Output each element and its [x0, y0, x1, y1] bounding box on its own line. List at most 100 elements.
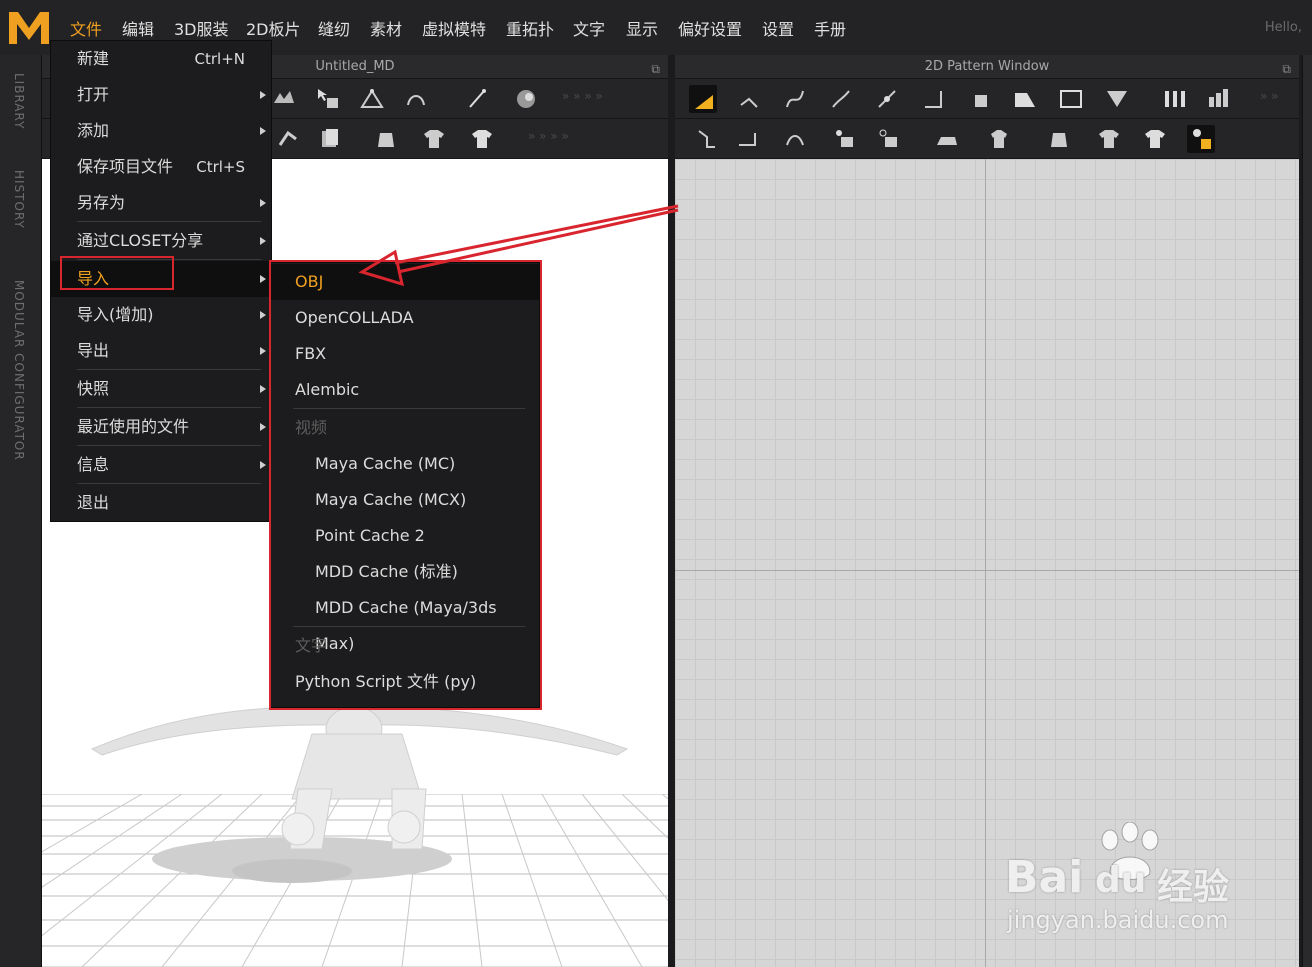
menu-item-new[interactable]: 新建 Ctrl+N — [51, 41, 271, 77]
fit-icon[interactable] — [1045, 125, 1073, 153]
visibility-icon[interactable] — [1187, 125, 1215, 153]
app-logo-icon — [9, 12, 49, 44]
menu-item-export[interactable]: 导出 — [51, 333, 271, 369]
watermark-brand-2: du — [1095, 860, 1147, 901]
menu-item-recent-files[interactable]: 最近使用的文件 — [51, 409, 271, 445]
menu-item-info[interactable]: 信息 — [51, 447, 271, 483]
right-scrollbar[interactable] — [1302, 55, 1312, 967]
line-segment-icon[interactable] — [919, 85, 947, 113]
submenu-item-opencollada[interactable]: OpenCOLLADA — [271, 300, 539, 336]
shirt-grid-icon[interactable] — [468, 125, 496, 153]
menu-item-save-project[interactable]: 保存项目文件 Ctrl+S — [51, 149, 271, 185]
user-greeting: Hello, — [1264, 20, 1302, 35]
tack-seam-icon[interactable] — [875, 125, 903, 153]
menu-item-share-closet[interactable]: 通过CLOSET分享 — [51, 223, 271, 259]
shortcut-label: Ctrl+N — [194, 50, 245, 68]
simulate-icon[interactable] — [270, 85, 298, 113]
submenu-arrow-icon — [260, 385, 266, 393]
pleat-icon[interactable] — [1161, 85, 1189, 113]
submenu-item-maya-cache-mc[interactable]: Maya Cache (MC) — [271, 446, 539, 482]
overflow-icon[interactable]: » » — [1260, 89, 1279, 103]
seam-icon[interactable] — [693, 125, 721, 153]
tab-library[interactable]: LIBRARY — [12, 73, 26, 129]
dart-icon[interactable] — [1103, 85, 1131, 113]
pin-seam-icon[interactable] — [831, 125, 859, 153]
shortcut-label: Ctrl+S — [196, 158, 245, 176]
menu-retopology[interactable]: 重拓扑 — [506, 16, 554, 40]
submenu-arrow-icon — [260, 199, 266, 207]
side-tab-strip: LIBRARY HISTORY MODULAR CONFIGURATOR — [0, 55, 42, 967]
submenu-arrow-icon — [260, 237, 266, 245]
select-mesh-icon[interactable] — [314, 85, 342, 113]
menu-item-add[interactable]: 添加 — [51, 113, 271, 149]
menu-materials[interactable]: 素材 — [370, 16, 402, 40]
submenu-item-point-cache-2[interactable]: Point Cache 2 — [271, 518, 539, 554]
curve-icon[interactable] — [781, 85, 809, 113]
curve-point-icon[interactable] — [827, 85, 855, 113]
3d-window-title: Untitled_MD — [315, 59, 395, 74]
2d-window-header: 2D Pattern Window ⧉ — [675, 55, 1299, 79]
submenu-item-alembic[interactable]: Alembic — [271, 372, 539, 408]
baidu-watermark: Bai du 经验 jingyan.baidu.com — [1005, 822, 1245, 942]
menu-preferences[interactable]: 偏好设置 — [678, 16, 742, 40]
polygon-icon[interactable] — [735, 85, 763, 113]
submenu-arrow-icon — [260, 127, 266, 135]
pen-icon[interactable] — [464, 85, 492, 113]
transform-icon[interactable] — [402, 85, 430, 113]
menu-item-save-as[interactable]: 另存为 — [51, 185, 271, 221]
shirt-check-icon[interactable] — [420, 125, 448, 153]
menu-3d-garment[interactable]: 3D服装 — [174, 16, 229, 40]
tab-modular-configurator[interactable]: MODULAR CONFIGURATOR — [12, 280, 26, 461]
shirt-select-icon[interactable] — [985, 125, 1013, 153]
watermark-url: jingyan.baidu.com — [1007, 906, 1229, 934]
edit-pattern-icon[interactable] — [358, 85, 386, 113]
menu-divider — [77, 445, 261, 446]
menu-settings[interactable]: 设置 — [762, 16, 794, 40]
menu-2d-pattern[interactable]: 2D板片 — [246, 16, 301, 40]
segment-seam-icon[interactable] — [733, 125, 761, 153]
trapezoid-icon[interactable] — [1011, 85, 1039, 113]
menu-sewing[interactable]: 缝纫 — [318, 16, 350, 40]
select-point-icon[interactable] — [689, 85, 717, 113]
menu-item-import-add[interactable]: 导入(增加) — [51, 297, 271, 333]
popout-icon[interactable]: ⧉ — [1282, 57, 1291, 81]
menu-text[interactable]: 文字 — [573, 16, 605, 40]
shirt-texture-icon[interactable] — [1095, 125, 1123, 153]
y-axis-line — [985, 159, 986, 967]
internal-shape-icon[interactable] — [1057, 85, 1085, 113]
submenu-item-mdd-standard[interactable]: MDD Cache (标准) — [271, 554, 539, 590]
menu-manual[interactable]: 手册 — [814, 16, 846, 40]
menu-avatar[interactable]: 虚拟模特 — [422, 16, 486, 40]
garment-fit-icon[interactable] — [372, 125, 400, 153]
menu-edit[interactable]: 编辑 — [122, 16, 154, 40]
submenu-item-obj[interactable]: OBJ — [271, 264, 539, 300]
popout-icon[interactable]: ⧉ — [651, 57, 660, 81]
tack-icon[interactable] — [512, 85, 540, 113]
submenu-arrow-icon — [260, 275, 266, 283]
fold-icon[interactable] — [274, 125, 302, 153]
iron-icon[interactable] — [933, 125, 961, 153]
shape-edit-icon[interactable] — [965, 85, 993, 113]
watermark-suffix: 经验 — [1157, 867, 1230, 908]
submenu-item-fbx[interactable]: FBX — [271, 336, 539, 372]
shirt-grid-icon[interactable] — [1141, 125, 1169, 153]
overflow-icon[interactable]: » » » » — [528, 129, 569, 143]
menu-display[interactable]: 显示 — [626, 16, 658, 40]
free-seam-icon[interactable] — [781, 125, 809, 153]
submenu-arrow-icon — [260, 461, 266, 469]
tab-history[interactable]: HISTORY — [12, 170, 26, 229]
submenu-arrow-icon — [260, 347, 266, 355]
submenu-item-python-script[interactable]: Python Script 文件 (py) — [271, 664, 539, 700]
bar-shape-icon[interactable] — [1205, 85, 1233, 113]
submenu-item-maya-cache-mcx[interactable]: Maya Cache (MCX) — [271, 482, 539, 518]
menu-item-snapshot[interactable]: 快照 — [51, 371, 271, 407]
overflow-icon[interactable]: » » » » — [562, 89, 603, 103]
menu-item-open[interactable]: 打开 — [51, 77, 271, 113]
layer-icon[interactable] — [316, 125, 344, 153]
menu-file[interactable]: 文件 — [70, 16, 102, 40]
submenu-item-mdd-maya-3dsmax[interactable]: MDD Cache (Maya/3ds Max) — [271, 590, 539, 653]
add-point-icon[interactable] — [873, 85, 901, 113]
menu-item-exit[interactable]: 退出 — [51, 485, 271, 521]
menu-item-import[interactable]: 导入 — [51, 261, 271, 297]
x-axis-line — [675, 570, 1299, 571]
